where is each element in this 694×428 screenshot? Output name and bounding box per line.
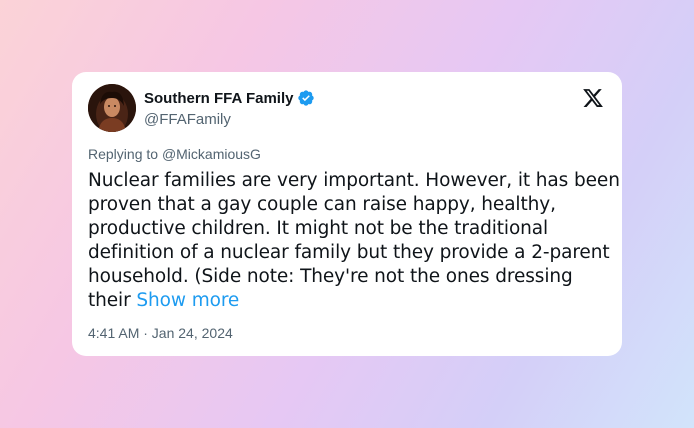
display-name-text: Southern FFA Family [144, 89, 294, 107]
show-more-link[interactable]: Show more [136, 290, 239, 311]
tweet-line: Nuclear families are very important. How… [88, 170, 620, 191]
replying-mention-link[interactable]: @MickamiousG [162, 146, 261, 162]
handle[interactable]: @FFAFamily [144, 111, 231, 128]
tweet-line: productive children. It might not be the… [88, 218, 549, 239]
timestamp[interactable]: 4:41 AM · Jan 24, 2024 [88, 325, 233, 341]
tweet-line: their [88, 290, 137, 311]
tweet-text: Nuclear families are very important. How… [88, 169, 620, 313]
tweet-line: household. (Side note: They're not the o… [88, 266, 573, 287]
replying-to: Replying to @MickamiousG [88, 146, 261, 162]
tweet-line: proven that a gay couple can raise happy… [88, 194, 556, 215]
display-name[interactable]: Southern FFA Family [144, 89, 315, 107]
verified-badge-icon [297, 89, 315, 107]
tweet-line: definition of a nuclear family but they … [88, 242, 610, 263]
x-logo-icon[interactable] [582, 87, 604, 109]
tweet-card: Southern FFA Family @FFAFamily Replying … [72, 72, 622, 356]
replying-prefix: Replying to [88, 146, 162, 162]
tweet-last-line: their Show more [88, 289, 608, 313]
avatar[interactable] [88, 84, 136, 132]
